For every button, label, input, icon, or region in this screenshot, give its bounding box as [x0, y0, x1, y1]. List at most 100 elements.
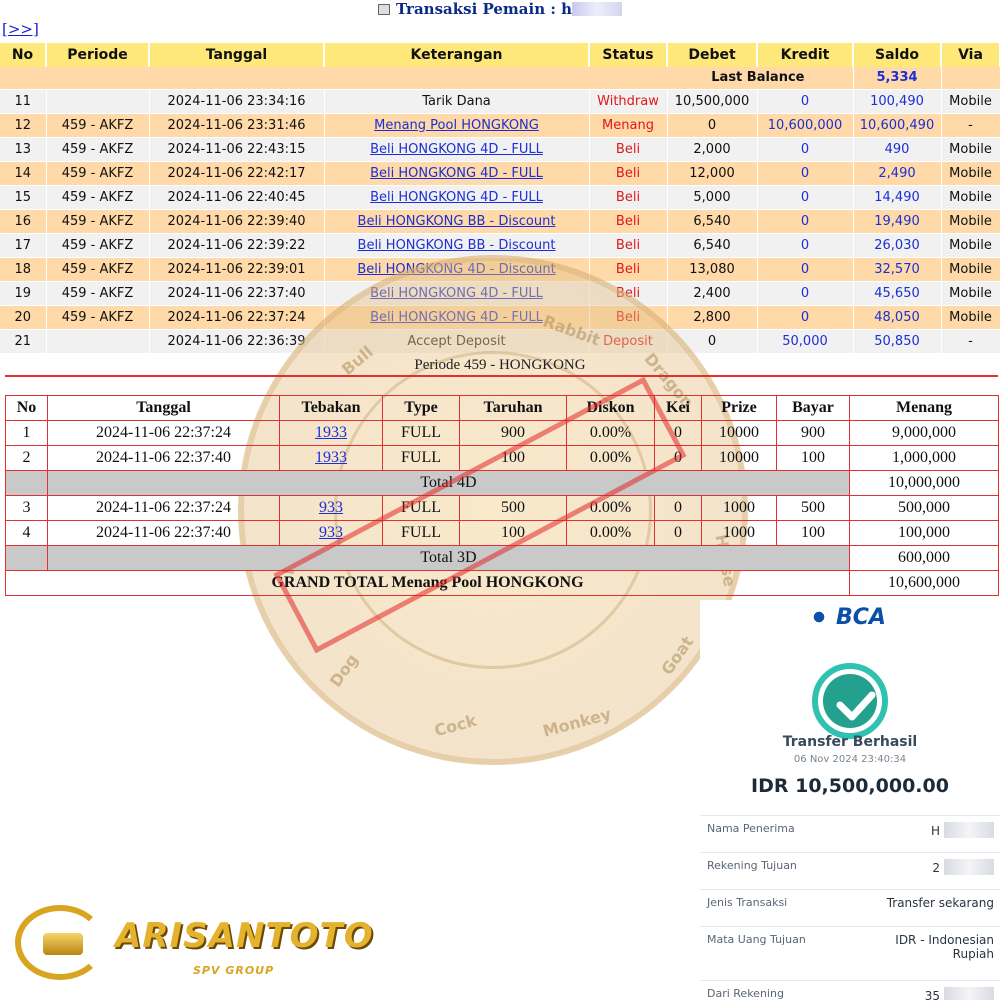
tx-description-link[interactable]: Beli HONGKONG 4D - Discount [357, 262, 555, 277]
tx-description-link[interactable]: Beli HONGKONG 4D - FULL [370, 286, 543, 301]
tx-description-link[interactable]: Beli HONGKONG 4D - FULL [370, 190, 543, 205]
transaction-row: 19 459 - AKFZ 2024-11-06 22:37:40 Beli HONG… [0, 281, 1000, 306]
document-icon [377, 4, 390, 15]
tx-periode-cell: 459 - AKFZ [46, 305, 150, 330]
tx-kredit-cell: 0 [757, 209, 854, 234]
tx-tanggal-cell: 2024-11-06 22:39:40 [149, 209, 325, 234]
periode-title: Periode 459 - HONGKONG [414, 357, 586, 373]
tx-via-cell: - [941, 113, 1000, 138]
bet-tebakan-cell: 933 [279, 520, 383, 546]
transaction-row: 18 459 - AKFZ 2024-11-06 22:39:01 Beli HONG… [0, 257, 1000, 282]
tx-status-cell: Menang [589, 113, 668, 138]
masked-username [572, 2, 623, 16]
tx-saldo-cell: 10,600,490 [853, 113, 942, 138]
tx-keterangan-cell: Beli HONGKONG 4D - FULL [324, 161, 590, 186]
tx-no-cell: 14 [0, 161, 47, 186]
detail-col-prize: Prize [701, 395, 777, 421]
col-header-keterangan: Keterangan [324, 43, 590, 67]
tx-status-cell: Withdraw [589, 89, 668, 114]
bet-menang-cell: 100,000 [849, 520, 999, 546]
tx-via-cell: Mobile [941, 281, 1000, 306]
bet-tanggal-cell: 2024-11-06 22:37:40 [47, 520, 280, 546]
subtotal-row: Total 4D 10,000,000 [5, 470, 999, 496]
bet-number-link[interactable]: 1933 [315, 424, 347, 441]
success-check-icon [812, 663, 888, 739]
transaction-row: 13 459 - AKFZ 2024-11-06 22:43:15 Beli HONG… [0, 137, 1000, 162]
col-header-no: No [0, 43, 47, 67]
next-page-link[interactable]: [>>] [2, 20, 39, 38]
detail-col-taruhan: Taruhan [459, 395, 567, 421]
tx-tanggal-cell: 2024-11-06 22:43:15 [149, 137, 325, 162]
bet-taruhan-cell: 100 [459, 520, 567, 546]
bet-taruhan-cell: 100 [459, 445, 567, 471]
bet-kei-cell: 0 [654, 520, 702, 546]
tx-debet-cell: 6,540 [667, 233, 758, 258]
tx-via-cell: Mobile [941, 137, 1000, 162]
subtotal-label: Total 4D [47, 470, 850, 496]
tx-description-link[interactable]: Beli HONGKONG BB - Discount [358, 214, 556, 229]
col-header-status: Status [589, 43, 668, 67]
tx-kredit-cell: 0 [757, 89, 854, 114]
transaction-table: No Periode Tanggal Keterangan Status Deb… [0, 43, 1000, 354]
tx-periode-cell: 459 - AKFZ [46, 137, 150, 162]
tx-description-link[interactable]: Beli HONGKONG BB - Discount [358, 238, 556, 253]
section-divider [5, 375, 998, 377]
tx-debet-cell: 5,000 [667, 185, 758, 210]
bet-number-link[interactable]: 933 [319, 524, 343, 541]
tx-kredit-cell: 0 [757, 281, 854, 306]
detail-col-type: Type [382, 395, 460, 421]
tx-kredit-cell: 50,000 [757, 329, 854, 354]
tx-description-link[interactable]: Menang Pool HONGKONG [374, 118, 539, 133]
bet-number-link[interactable]: 933 [319, 499, 343, 516]
masked-value [944, 822, 994, 838]
tx-description-link[interactable]: Beli HONGKONG 4D - FULL [370, 310, 543, 325]
bet-no-cell: 4 [5, 520, 48, 546]
tx-tanggal-cell: 2024-11-06 22:37:24 [149, 305, 325, 330]
last-balance-value: 5,334 [853, 67, 942, 90]
tx-description-link[interactable]: Beli HONGKONG 4D - FULL [370, 142, 543, 157]
bet-menang-cell: 9,000,000 [849, 420, 999, 446]
transfer-datetime: 06 Nov 2024 23:40:34 [793, 754, 907, 765]
bet-row: 2 2024-11-06 22:37:40 1933 FULL 100 0.00% 0 100… [5, 445, 999, 471]
bet-tanggal-cell: 2024-11-06 22:37:24 [47, 495, 280, 521]
tx-status-cell: Beli [589, 281, 668, 306]
tx-kredit-cell: 0 [757, 137, 854, 162]
tx-debet-cell: 12,000 [667, 161, 758, 186]
last-balance-spacer [941, 67, 1000, 90]
tx-periode-cell [46, 89, 150, 114]
bet-bayar-cell: 500 [776, 495, 850, 521]
tx-keterangan-cell: Beli HONGKONG 4D - FULL [324, 137, 590, 162]
receipt-field-text: 35 [924, 989, 940, 1000]
detail-col-tanggal: Tanggal [47, 395, 280, 421]
tx-tanggal-cell: 2024-11-06 22:37:40 [149, 281, 325, 306]
tx-debet-cell: 13,080 [667, 257, 758, 282]
tx-saldo-cell: 14,490 [853, 185, 942, 210]
masked-value [944, 859, 994, 875]
tx-tanggal-cell: 2024-11-06 22:39:01 [149, 257, 325, 282]
tx-status-cell: Beli [589, 257, 668, 282]
bet-number-link[interactable]: 1933 [315, 449, 347, 466]
receipt-field-label: Dari Rekening [707, 987, 784, 1000]
subtotal-label: Total 3D [47, 545, 850, 571]
bet-tebakan-cell: 933 [279, 495, 383, 521]
bet-no-cell: 2 [5, 445, 48, 471]
receipt-field-value: 35 [925, 987, 994, 1000]
bca-logo-icon [808, 607, 830, 627]
bet-tanggal-cell: 2024-11-06 22:37:40 [47, 445, 280, 471]
tx-no-cell: 16 [0, 209, 47, 234]
transfer-amount: IDR 10,500,000.00 [751, 775, 949, 797]
col-header-debet: Debet [667, 43, 758, 67]
subtotal-value: 600,000 [849, 545, 999, 571]
subtotal-spacer [5, 470, 48, 496]
tx-status-cell: Deposit [589, 329, 668, 354]
transaction-row: 16 459 - AKFZ 2024-11-06 22:39:40 Beli HONG… [0, 209, 1000, 234]
tx-tanggal-cell: 2024-11-06 23:34:16 [149, 89, 325, 114]
tx-description-link[interactable]: Beli HONGKONG 4D - FULL [370, 166, 543, 181]
bet-taruhan-cell: 500 [459, 495, 567, 521]
tx-status-cell: Beli [589, 209, 668, 234]
masked-value [944, 987, 994, 1000]
tx-debet-cell: 2,800 [667, 305, 758, 330]
tx-keterangan-cell: Beli HONGKONG 4D - FULL [324, 281, 590, 306]
tx-keterangan-cell: Menang Pool HONGKONG [324, 113, 590, 138]
tx-status-cell: Beli [589, 233, 668, 258]
